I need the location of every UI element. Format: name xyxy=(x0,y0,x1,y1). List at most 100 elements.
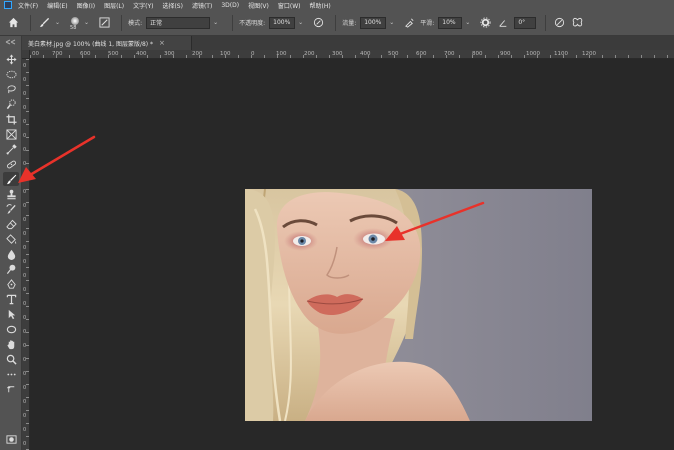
pen-tool-icon[interactable] xyxy=(3,277,19,291)
ruler-label: 00 xyxy=(32,51,39,57)
smoothing-label: 平滑: xyxy=(420,20,435,27)
tools-panel xyxy=(0,36,22,450)
ruler-label: 1200 xyxy=(582,51,596,57)
ruler-label: 0 xyxy=(23,385,27,391)
home-icon[interactable] xyxy=(6,16,20,30)
menu-help[interactable]: 帮助(H) xyxy=(310,1,331,10)
flow-input[interactable]: 100% xyxy=(360,16,387,29)
ruler-label: 0 xyxy=(23,427,27,433)
airbrush-icon[interactable] xyxy=(402,16,416,30)
quick-mask-icon[interactable] xyxy=(3,432,19,446)
ruler-label: 0 xyxy=(23,245,27,251)
ruler-label: 0 xyxy=(23,287,27,293)
ruler-label: 500 xyxy=(388,51,399,57)
more-tools-icon[interactable] xyxy=(3,367,19,381)
menu-select[interactable]: 选择(S) xyxy=(162,1,183,10)
angle-input[interactable]: 0° xyxy=(514,16,537,29)
ruler-label: 600 xyxy=(416,51,427,57)
document-tab[interactable]: 美白素材.jpg @ 100% (曲线 1, 图层蒙版/8) * × xyxy=(22,36,192,50)
chevron-down-icon[interactable]: ⌄ xyxy=(465,19,470,26)
ruler-label: 500 xyxy=(108,51,119,57)
mode-select[interactable]: 正常 xyxy=(146,16,211,29)
menu-window[interactable]: 窗口(W) xyxy=(278,1,301,10)
menu-file[interactable]: 文件(F) xyxy=(18,1,38,10)
ruler-ticks xyxy=(26,59,29,450)
ruler-label: 200 xyxy=(304,51,315,57)
menu-view[interactable]: 视图(V) xyxy=(248,1,269,10)
ruler-label: 300 xyxy=(332,51,343,57)
move-tool-icon[interactable] xyxy=(3,52,19,66)
ruler-label: 900 xyxy=(500,51,511,57)
chevron-down-icon[interactable]: ⌄ xyxy=(55,19,60,26)
menu-type[interactable]: 文字(Y) xyxy=(133,1,153,10)
chevron-down-icon[interactable]: ⌄ xyxy=(213,19,218,26)
quick-selection-tool-icon[interactable] xyxy=(3,97,19,111)
ruler-origin[interactable] xyxy=(22,50,30,59)
lasso-tool-icon[interactable] xyxy=(3,82,19,96)
close-icon[interactable]: × xyxy=(159,39,165,47)
hand-tool-icon[interactable] xyxy=(3,337,19,351)
brush-size: 58 xyxy=(70,24,77,31)
separator xyxy=(545,14,547,31)
ruler-label: 400 xyxy=(136,51,147,57)
marquee-tool-icon[interactable] xyxy=(3,67,19,81)
dodge-tool-icon[interactable] xyxy=(3,262,19,276)
opacity-label: 不透明度: xyxy=(239,20,266,27)
ruler-label: 0 xyxy=(23,119,27,125)
brush-tip-icon xyxy=(71,16,80,25)
eraser-tool-icon[interactable] xyxy=(3,217,19,231)
ruler-label: 0 xyxy=(23,329,27,335)
chevron-down-icon[interactable]: ⌄ xyxy=(389,19,394,26)
history-brush-tool-icon[interactable] xyxy=(3,202,19,216)
document-tab-title: 美白素材.jpg @ 100% (曲线 1, 图层蒙版/8) * xyxy=(28,40,154,48)
smoothing-input[interactable]: 10% xyxy=(438,16,463,29)
pressure-size-icon[interactable] xyxy=(552,16,566,30)
path-selection-tool-icon[interactable] xyxy=(3,307,19,321)
ruler-label: 0 xyxy=(23,259,27,265)
chevron-down-icon[interactable]: ⌄ xyxy=(298,19,303,26)
ruler-label: 0 xyxy=(23,217,27,223)
brush-settings-panel-icon[interactable] xyxy=(97,16,111,30)
brush-preview[interactable]: 58 xyxy=(68,16,82,31)
brush-tool-preset-icon[interactable] xyxy=(37,16,51,30)
ruler-label: 0 xyxy=(23,441,27,447)
ruler-label: 0 xyxy=(23,105,27,111)
ruler-label: 0 xyxy=(23,273,27,279)
horizontal-ruler[interactable]: 00 700 600 500 400 300 200 100 0 100 200… xyxy=(30,50,674,59)
menu-bar: 文件(F) 编辑(E) 图像(I) 图层(L) 文字(Y) 选择(S) 滤镜(T… xyxy=(0,0,674,10)
type-tool-icon[interactable] xyxy=(3,292,19,306)
clone-stamp-tool-icon[interactable] xyxy=(3,187,19,201)
symmetry-butterfly-icon[interactable] xyxy=(570,16,584,30)
blur-tool-icon[interactable] xyxy=(3,247,19,261)
crop-tool-icon[interactable] xyxy=(3,112,19,126)
photoshop-logo-icon[interactable] xyxy=(4,1,12,9)
menu-filter[interactable]: 滤镜(T) xyxy=(192,1,212,10)
gear-icon[interactable] xyxy=(478,16,492,30)
ruler-label: 300 xyxy=(164,51,175,57)
separator xyxy=(30,14,31,31)
opacity-input[interactable]: 100% xyxy=(269,16,296,29)
swap-colors-icon[interactable] xyxy=(3,382,19,396)
ruler-label: 1100 xyxy=(554,51,568,57)
separator xyxy=(335,14,337,31)
ruler-label: 0 xyxy=(23,189,27,195)
flow-label: 流量: xyxy=(342,20,357,27)
separator xyxy=(232,14,234,31)
ruler-label: 0 xyxy=(23,399,27,405)
menu-3d[interactable]: 3D(D) xyxy=(221,2,239,9)
annotation-arrow-brush xyxy=(18,135,96,183)
chevron-down-icon[interactable]: ⌄ xyxy=(84,19,89,26)
zoom-tool-icon[interactable] xyxy=(3,352,19,366)
vertical-ruler[interactable]: 0 0 0 0 0 0 0 0 0 0 0 0 0 0 0 0 0 0 0 0 … xyxy=(22,59,30,450)
ruler-label: 400 xyxy=(360,51,371,57)
menu-image[interactable]: 图像(I) xyxy=(77,1,95,10)
opacity-value: 100% xyxy=(273,19,291,26)
pressure-opacity-icon[interactable] xyxy=(311,16,325,30)
paint-bucket-tool-icon[interactable] xyxy=(3,232,19,246)
ruler-label: 100 xyxy=(276,51,287,57)
menu-edit[interactable]: 编辑(E) xyxy=(47,1,67,10)
shape-tool-icon[interactable] xyxy=(3,322,19,336)
toolbar-collapse-grip[interactable] xyxy=(0,38,22,46)
menu-layer[interactable]: 图层(L) xyxy=(104,1,124,10)
ruler-label: 0 xyxy=(251,51,255,57)
